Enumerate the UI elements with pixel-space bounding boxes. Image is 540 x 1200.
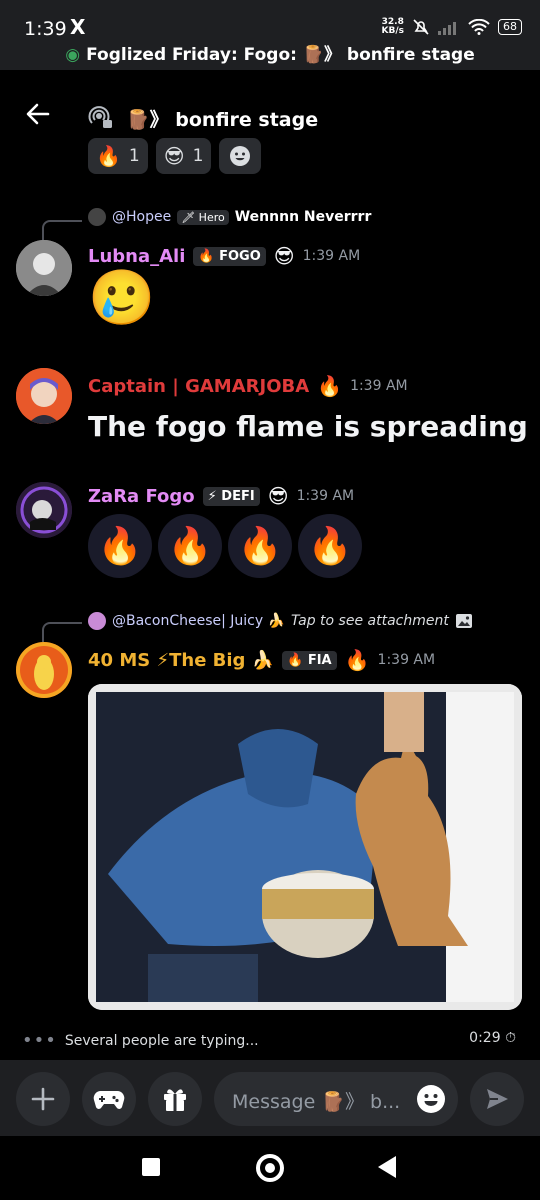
reply-preview[interactable]: @BaconCheese| Juicy 🍌 Tap to see attachm… <box>88 612 473 630</box>
role-icon: 😎 <box>267 484 289 508</box>
message-text: The fogo flame is spreading <box>88 410 528 443</box>
username[interactable]: 40 MS ⚡The Big 🍌 <box>88 650 274 671</box>
reaction-cool[interactable]: 😎 1 <box>155 138 212 174</box>
username[interactable]: ZaRa Fogo <box>88 486 195 507</box>
server-tag-badge: 🔥 FIA <box>282 650 337 670</box>
channel-title[interactable]: 🪵》 bonfire stage <box>126 105 318 132</box>
reply-text: Wennnn Neverrrr <box>234 209 372 225</box>
role-icon: 🔥 <box>317 374 343 398</box>
reaction-count: 1 <box>128 146 140 166</box>
avatar[interactable] <box>16 642 72 698</box>
username[interactable]: Lubna_Ali <box>88 246 185 267</box>
avatar[interactable] <box>16 482 72 538</box>
emote-row: 🔥 🔥 🔥 🔥 <box>88 514 362 578</box>
add-attachment-button[interactable] <box>16 1072 70 1126</box>
sunglasses-emoji-icon: 😎 <box>163 144 185 168</box>
reply-connector <box>42 220 82 242</box>
timestamp: 1:39 AM <box>350 378 408 394</box>
avatar-image <box>16 642 72 698</box>
battery-indicator: 68 <box>498 19 522 35</box>
message-header: 40 MS ⚡The Big 🍌 🔥 FIA 🔥 1:39 AM <box>88 648 435 672</box>
message-emoji: 🥲 <box>88 266 156 329</box>
avatar-image <box>16 368 72 424</box>
timestamp: 1:39 AM <box>296 488 355 504</box>
add-reaction-button[interactable] <box>219 138 262 174</box>
fire-emote-icon[interactable]: 🔥 <box>158 514 222 578</box>
status-icons: 32.8 KB/s 68 <box>382 18 522 36</box>
gamepad-icon <box>93 1090 125 1109</box>
fire-emote-icon[interactable]: 🔥 <box>228 514 292 578</box>
typing-indicator: ••• Several people are typing... <box>22 1030 259 1051</box>
reply-author: @BaconCheese| Juicy 🍌 <box>112 613 286 629</box>
message-input[interactable]: Message 🪵》 b... <box>214 1072 458 1126</box>
role-icon: 😎 <box>273 244 295 268</box>
mute-icon <box>413 19 429 35</box>
avatar-image <box>16 240 72 296</box>
network-speed: 32.8 KB/s <box>381 17 404 36</box>
typing-dots-icon: ••• <box>22 1030 57 1051</box>
nav-back-icon[interactable] <box>378 1156 396 1178</box>
fire-emote-icon[interactable]: 🔥 <box>298 514 362 578</box>
x-app-icon: X <box>70 15 86 39</box>
avatar-image <box>16 482 72 538</box>
username[interactable]: Captain | GAMARJOBA <box>88 376 309 397</box>
fire-emote-icon[interactable]: 🔥 <box>88 514 152 578</box>
gift-icon <box>164 1089 186 1111</box>
message-placeholder: Message 🪵》 b... <box>232 1091 401 1113</box>
attachment-image <box>88 684 522 1010</box>
avatar <box>88 208 106 226</box>
stage-notification[interactable]: ◉ Foglized Friday: Fogo: 🪵》 bonfire stage <box>0 40 540 65</box>
typing-text: Several people are typing... <box>64 1032 259 1049</box>
reply-author: @Hopee <box>112 209 172 225</box>
message-composer: Message 🪵》 b... <box>0 1060 540 1136</box>
recents-icon[interactable] <box>142 1158 160 1176</box>
activities-button[interactable] <box>82 1072 136 1126</box>
avatar[interactable] <box>16 368 72 424</box>
plus-icon <box>31 1087 55 1111</box>
send-icon <box>487 1089 508 1109</box>
server-tag-badge: ⚡ DEFI <box>202 486 260 506</box>
timer-icon: ⏱ <box>505 1030 516 1046</box>
gift-button[interactable] <box>148 1072 202 1126</box>
server-tag-badge: 🔥 FOGO <box>193 246 266 266</box>
timestamp: 1:39 AM <box>377 652 436 668</box>
reply-connector <box>42 622 82 644</box>
channel-header: 🪵》 bonfire stage <box>0 70 540 140</box>
message-header: Lubna_Ali 🔥 FOGO 😎 1:39 AM <box>88 244 360 268</box>
reply-text: Tap to see attachment <box>291 613 449 629</box>
status-bar: 1:39 X 32.8 KB/s 68 ◉ Foglized Friday: Fo… <box>0 0 540 70</box>
system-nav-bar <box>0 1136 540 1200</box>
role-tag: 🗡 Hero <box>177 209 229 225</box>
reaction-fire[interactable]: 🔥 1 <box>88 138 148 174</box>
message-header: Captain | GAMARJOBA 🔥 1:39 AM <box>88 374 408 398</box>
avatar <box>88 612 106 630</box>
signal-icon <box>438 22 456 35</box>
back-arrow-icon[interactable] <box>24 100 52 128</box>
image-icon <box>455 614 472 628</box>
wifi-icon <box>468 19 490 35</box>
reaction-bar: 🔥 1 😎 1 <box>88 138 262 174</box>
reaction-count: 1 <box>192 146 204 166</box>
stage-icon: ◉ <box>65 45 81 65</box>
avatar[interactable] <box>16 240 72 296</box>
home-icon[interactable] <box>256 1154 284 1182</box>
stage-channel-icon <box>88 106 112 128</box>
reply-preview[interactable]: @Hopee 🗡 Hero Wennnn Neverrrr <box>88 208 371 226</box>
add-reaction-icon <box>230 146 251 166</box>
timestamp: 1:39 AM <box>302 248 361 264</box>
fire-emoji-icon: 🔥 <box>96 144 121 168</box>
slowmode-timer: 0:29 ⏱ <box>469 1030 516 1046</box>
gif-attachment[interactable] <box>88 684 522 1010</box>
emoji-picker-icon[interactable] <box>416 1084 446 1114</box>
clock: 1:39 <box>24 18 67 40</box>
role-icon: 🔥 <box>344 648 370 672</box>
message-header: ZaRa Fogo ⚡ DEFI 😎 1:39 AM <box>88 484 354 508</box>
send-button[interactable] <box>470 1072 524 1126</box>
